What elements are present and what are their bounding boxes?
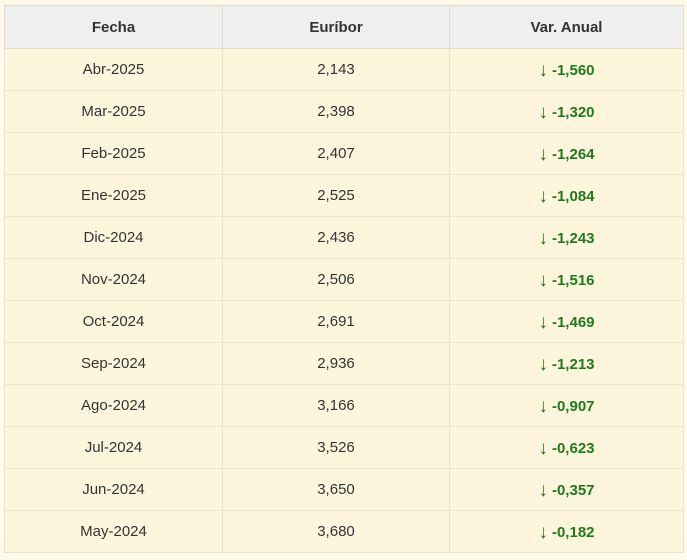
cell-var-anual: ↓ -1,213 — [449, 342, 684, 385]
table-row: Feb-2025 2,407 ↓ -1,264 — [4, 132, 684, 175]
cell-var-anual: ↓ -0,357 — [449, 468, 684, 511]
var-value: -1,084 — [551, 187, 595, 205]
cell-euribor: 3,166 — [222, 384, 450, 427]
down-arrow-icon: ↓ — [538, 101, 548, 123]
cell-euribor: 2,398 — [222, 90, 450, 133]
down-arrow-icon: ↓ — [538, 59, 548, 81]
down-arrow-icon: ↓ — [538, 437, 548, 459]
var-value: -1,264 — [551, 145, 595, 163]
cell-fecha: Nov-2024 — [4, 258, 223, 301]
cell-euribor: 3,680 — [222, 510, 450, 553]
var-value: -1,213 — [551, 355, 595, 373]
euribor-table: Fecha Euríbor Var. Anual Abr-2025 2,143 ↓ -… — [4, 5, 684, 553]
header-var-anual: Var. Anual — [449, 5, 684, 49]
down-arrow-icon: ↓ — [538, 479, 548, 501]
var-value: -1,469 — [551, 313, 595, 331]
cell-fecha: Ene-2025 — [4, 174, 223, 217]
var-value: -1,516 — [551, 271, 595, 289]
cell-var-anual: ↓ -1,516 — [449, 258, 684, 301]
cell-fecha: Ago-2024 — [4, 384, 223, 427]
down-arrow-icon: ↓ — [538, 227, 548, 249]
down-arrow-icon: ↓ — [538, 269, 548, 291]
table-row: Jul-2024 3,526 ↓ -0,623 — [4, 426, 684, 469]
down-arrow-icon: ↓ — [538, 311, 548, 333]
cell-euribor: 2,936 — [222, 342, 450, 385]
table-row: Oct-2024 2,691 ↓ -1,469 — [4, 300, 684, 343]
down-arrow-icon: ↓ — [538, 185, 548, 207]
header-euribor: Euríbor — [222, 5, 450, 49]
cell-var-anual: ↓ -1,243 — [449, 216, 684, 259]
var-value: -0,357 — [551, 481, 595, 499]
table-row: Mar-2025 2,398 ↓ -1,320 — [4, 90, 684, 133]
cell-var-anual: ↓ -0,623 — [449, 426, 684, 469]
down-arrow-icon: ↓ — [538, 143, 548, 165]
cell-var-anual: ↓ -1,320 — [449, 90, 684, 133]
cell-euribor: 3,650 — [222, 468, 450, 511]
var-value: -1,243 — [551, 229, 595, 247]
table-row: May-2024 3,680 ↓ -0,182 — [4, 510, 684, 553]
cell-fecha: May-2024 — [4, 510, 223, 553]
cell-euribor: 2,436 — [222, 216, 450, 259]
cell-fecha: Abr-2025 — [4, 48, 223, 91]
table-row: Abr-2025 2,143 ↓ -1,560 — [4, 48, 684, 91]
cell-var-anual: ↓ -1,469 — [449, 300, 684, 343]
cell-euribor: 2,506 — [222, 258, 450, 301]
header-fecha: Fecha — [4, 5, 223, 49]
cell-var-anual: ↓ -1,264 — [449, 132, 684, 175]
table-row: Ene-2025 2,525 ↓ -1,084 — [4, 174, 684, 217]
cell-fecha: Sep-2024 — [4, 342, 223, 385]
cell-fecha: Jul-2024 — [4, 426, 223, 469]
var-value: -0,182 — [551, 523, 595, 541]
var-value: -0,907 — [551, 397, 595, 415]
cell-var-anual: ↓ -0,907 — [449, 384, 684, 427]
var-value: -0,623 — [551, 439, 595, 457]
cell-fecha: Feb-2025 — [4, 132, 223, 175]
cell-fecha: Mar-2025 — [4, 90, 223, 133]
cell-var-anual: ↓ -0,182 — [449, 510, 684, 553]
cell-euribor: 2,143 — [222, 48, 450, 91]
table-row: Nov-2024 2,506 ↓ -1,516 — [4, 258, 684, 301]
cell-fecha: Jun-2024 — [4, 468, 223, 511]
cell-euribor: 3,526 — [222, 426, 450, 469]
table-row: Sep-2024 2,936 ↓ -1,213 — [4, 342, 684, 385]
cell-var-anual: ↓ -1,084 — [449, 174, 684, 217]
table-row: Ago-2024 3,166 ↓ -0,907 — [4, 384, 684, 427]
down-arrow-icon: ↓ — [538, 521, 548, 543]
cell-euribor: 2,691 — [222, 300, 450, 343]
var-value: -1,560 — [551, 61, 595, 79]
var-value: -1,320 — [551, 103, 595, 121]
cell-euribor: 2,525 — [222, 174, 450, 217]
header-row: Fecha Euríbor Var. Anual — [4, 5, 684, 49]
table-header: Fecha Euríbor Var. Anual — [4, 5, 684, 49]
cell-var-anual: ↓ -1,560 — [449, 48, 684, 91]
cell-fecha: Dic-2024 — [4, 216, 223, 259]
table-row: Jun-2024 3,650 ↓ -0,357 — [4, 468, 684, 511]
cell-euribor: 2,407 — [222, 132, 450, 175]
down-arrow-icon: ↓ — [538, 353, 548, 375]
cell-fecha: Oct-2024 — [4, 300, 223, 343]
table-row: Dic-2024 2,436 ↓ -1,243 — [4, 216, 684, 259]
table-body: Abr-2025 2,143 ↓ -1,560 Mar-2025 2,398 ↓ -1,320… — [4, 48, 684, 553]
down-arrow-icon: ↓ — [538, 395, 548, 417]
